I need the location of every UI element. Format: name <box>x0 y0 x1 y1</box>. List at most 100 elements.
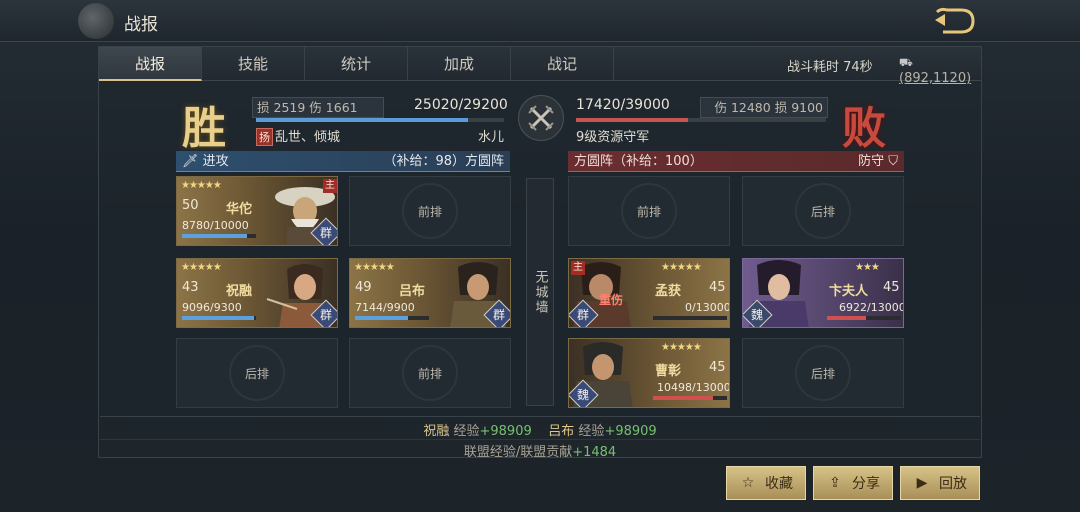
hurt-value: 1661 <box>325 100 358 115</box>
back-button[interactable] <box>930 4 978 38</box>
hero-hp-bar <box>182 316 256 320</box>
star-icon: ☆ <box>741 475 755 491</box>
share-icon: ⇪ <box>829 475 841 491</box>
battle-report-screen: 战报 战报 技能 统计 加成 战记 战斗耗时 74秒 ⛟ (892,1120) 胜… <box>0 0 1080 512</box>
hero-level: 49 <box>355 280 372 295</box>
hero-card-zhurong[interactable]: ★★★★★ 43 祝融 9096/9300 群 <box>176 258 338 328</box>
hero-card-bianfuren[interactable]: ★★★ 卞夫人 45 6922/13000 魏 <box>742 258 904 328</box>
defender-name: 9级资源守军 <box>576 130 650 145</box>
hero-hp-bar <box>355 316 429 320</box>
attacker-alliance: 扬乱世、倾城 <box>256 126 340 146</box>
empty-slot-front[interactable]: 前排 <box>568 176 730 246</box>
empty-slot-back[interactable]: 后排 <box>742 176 904 246</box>
tab-battle-log[interactable]: 战记 <box>511 47 614 81</box>
tab-skills[interactable]: 技能 <box>202 47 305 81</box>
hero-name: 吕布 <box>399 284 426 299</box>
hero-hp-bar <box>182 234 256 238</box>
city-wall-status: 无城墙 <box>526 178 554 406</box>
hero-hp: 6922/13000 <box>839 301 904 314</box>
victory-mark: 胜 <box>182 103 226 154</box>
hero-name: 孟获 <box>655 284 682 299</box>
hero-level: 45 <box>709 280 726 295</box>
star-rating: ★★★ <box>855 262 880 273</box>
loss-value: 2519 <box>273 100 306 115</box>
replay-label: 回放 <box>939 476 967 492</box>
hurt-label: 伤 <box>714 100 727 115</box>
return-arrow-icon <box>935 7 975 34</box>
top-bar: 战报 <box>0 0 1080 42</box>
exp-label: 经验 <box>578 424 605 439</box>
attacker-troops-bar <box>256 118 504 122</box>
empty-slot-front[interactable]: 前排 <box>349 176 511 246</box>
defense-label-wrap: 防守 ⛉ <box>858 151 898 172</box>
star-rating: ★★★★★ <box>181 262 222 273</box>
hero-hp: 7144/9900 <box>355 301 415 314</box>
hero-card-huatuo[interactable]: ★★★★★ 50 华佗 8780/10000 主 群 <box>176 176 338 246</box>
alliance-tag: 扬 <box>256 128 273 146</box>
hurt-label: 伤 <box>309 100 322 115</box>
favorite-button[interactable]: ☆ 收藏 <box>726 466 806 500</box>
defeat-mark: 败 <box>842 103 886 154</box>
tab-battle-report[interactable]: 战报 <box>99 47 202 81</box>
alliance-exp-label: 联盟经验/联盟贡献 <box>463 445 573 460</box>
replay-button[interactable]: ▶ 回放 <box>900 466 980 500</box>
hero-hp-bar <box>827 316 901 320</box>
hero-hp-bar <box>653 396 727 400</box>
hero-card-menghuo[interactable]: ★★★★★ 孟获 45 0/13000 主 重伤 群 <box>568 258 730 328</box>
slot-label: 前排 <box>413 363 446 383</box>
alliance-name: 乱世、倾城 <box>275 130 341 145</box>
tab-statistics[interactable]: 统计 <box>305 47 408 81</box>
attack-label: 进攻 <box>202 154 229 169</box>
faction-label: 魏 <box>576 387 590 402</box>
slot-label: 后排 <box>806 363 839 383</box>
hero-name: 华佗 <box>226 202 253 217</box>
star-rating: ★★★★★ <box>661 342 702 353</box>
share-button[interactable]: ⇪ 分享 <box>813 466 893 500</box>
empty-slot-front[interactable]: 前排 <box>349 338 511 408</box>
slot-label: 后排 <box>240 363 273 383</box>
hero-hp: 9096/9300 <box>182 301 242 314</box>
hero-level: 43 <box>182 280 199 295</box>
exp-hero-name: 吕布 <box>548 424 575 439</box>
empty-slot-back[interactable]: 后排 <box>176 338 338 408</box>
hero-level: 45 <box>709 360 726 375</box>
attacker-casualties: 损 2519 伤 1661 <box>252 97 384 118</box>
battle-coordinates[interactable]: ⛟ (892,1120) <box>899 55 981 86</box>
loss-label: 损 <box>257 100 270 115</box>
hero-hp-bar <box>653 316 727 320</box>
slot-label: 前排 <box>413 201 446 221</box>
hero-name: 曹彰 <box>655 364 682 379</box>
experience-summary: 祝融 经验+98909 吕布 经验+98909 联盟经验/联盟贡献+1484 <box>100 416 980 460</box>
attacker-name[interactable]: 水儿 <box>478 126 504 145</box>
heavy-wound-status: 重伤 <box>599 293 624 307</box>
hero-exp-row: 祝融 经验+98909 吕布 经验+98909 <box>100 420 980 439</box>
hero-name: 卞夫人 <box>829 284 869 299</box>
alliance-exp-value: +1484 <box>572 445 617 460</box>
main-commander-tag: 主 <box>323 179 337 193</box>
exp-value: +98909 <box>479 424 532 439</box>
defense-formation: 方圆阵（补给：100） <box>574 154 703 169</box>
slot-label: 前排 <box>632 201 665 221</box>
star-rating: ★★★★★ <box>181 180 222 191</box>
faction-label: 群 <box>576 307 590 322</box>
hero-card-caozhang[interactable]: ★★★★★ 曹彰 45 10498/13000 魏 <box>568 338 730 408</box>
page-title: 战报 <box>124 15 158 35</box>
defender-troops-bar <box>576 118 826 122</box>
favorite-label: 收藏 <box>765 476 793 492</box>
hero-hp: 10498/13000 <box>657 381 730 394</box>
star-rating: ★★★★★ <box>354 262 395 273</box>
tab-bonus[interactable]: 加成 <box>408 47 511 81</box>
slot-label: 后排 <box>806 201 839 221</box>
faction-label: 魏 <box>750 307 764 322</box>
crossed-swords-icon <box>518 95 564 141</box>
play-icon: ▶ <box>916 475 928 491</box>
empty-slot-back[interactable]: 后排 <box>742 338 904 408</box>
attacker-troops: 25020/29200 <box>414 97 508 113</box>
main-commander-tag: 主 <box>571 261 585 275</box>
battle-duration: 战斗耗时 74秒 <box>787 60 873 75</box>
loss-value: 9100 <box>791 100 823 115</box>
loss-label: 损 <box>774 100 788 115</box>
hero-name: 祝融 <box>226 284 253 299</box>
defender-casualties: 伤 12480 损 9100 <box>700 97 828 118</box>
hero-card-lvbu[interactable]: ★★★★★ 49 吕布 7144/9900 群 <box>349 258 511 328</box>
